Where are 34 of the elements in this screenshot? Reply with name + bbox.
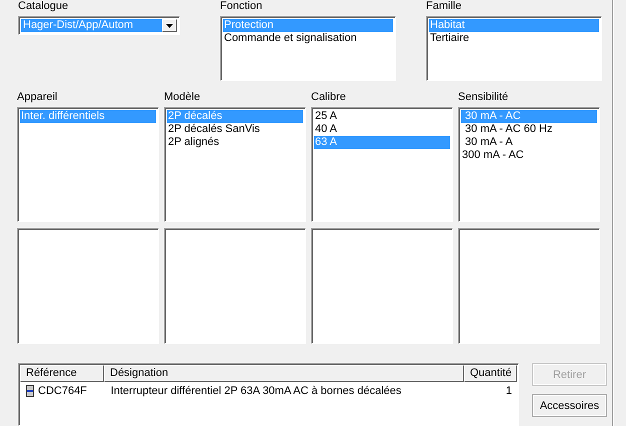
list-item[interactable]: 30 mA - A	[461, 136, 597, 149]
list-label: Appareil	[17, 91, 58, 105]
list-label: Sensibilité	[458, 91, 508, 105]
list-box[interactable]: 2P décalés 2P décalés SanVis 2P alignés	[164, 107, 306, 222]
catalogue-label: Catalogue	[18, 0, 70, 14]
column-header[interactable]: Quantité	[464, 365, 517, 382]
list-label: Modèle	[164, 91, 200, 105]
list-label: Fonction	[220, 0, 262, 14]
list-box[interactable]: 30 mA - AC 30 mA - AC 60 Hz 30 mA - A 300 mA - AC	[458, 107, 600, 222]
reference-cell-text: CDC764F	[37, 385, 88, 397]
list-item[interactable]: 40 A	[314, 123, 450, 136]
designation-cell-text: Interrupteur différentiel 2P 63A 30mA AC à bornes décalées	[110, 385, 402, 397]
list-box[interactable]: Habitat Tertiaire	[426, 16, 602, 81]
list-box[interactable]	[17, 228, 159, 344]
list-item[interactable]: 2P alignés	[167, 136, 303, 149]
list-box[interactable]: Protection Commande et signalisation	[220, 16, 396, 81]
list-item[interactable]: 300 mA - AC	[461, 149, 597, 162]
list-item[interactable]: 30 mA - AC 60 Hz	[461, 123, 597, 136]
list-item[interactable]: Tertiaire	[429, 32, 599, 45]
list-box[interactable]: 25 A 40 A 63 A	[311, 107, 453, 222]
list-box[interactable]	[311, 228, 453, 344]
column-header[interactable]: Désignation	[104, 365, 464, 382]
module-icon	[26, 385, 34, 397]
dropdown-arrow-icon[interactable]	[166, 24, 173, 28]
list-label: Famille	[426, 0, 462, 14]
list-item[interactable]: Commande et signalisation	[223, 32, 393, 45]
list-item[interactable]: 25 A	[314, 110, 450, 123]
list-box[interactable]	[164, 228, 306, 344]
list-item[interactable]: 2P décalés SanVis	[167, 123, 303, 136]
list-box[interactable]	[458, 228, 600, 344]
accessories-button[interactable]: Accessoires	[532, 394, 607, 417]
list-label: Calibre	[311, 91, 346, 105]
quantity-cell-text: 1	[504, 385, 513, 397]
column-header[interactable]: Référence	[20, 365, 104, 382]
